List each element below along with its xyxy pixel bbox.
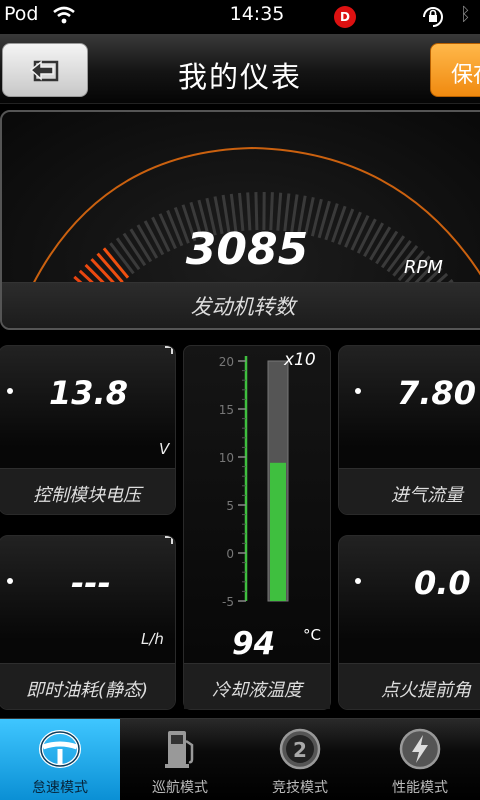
indicator-dot — [7, 388, 13, 394]
save-button[interactable]: 保存 — [430, 43, 480, 97]
rpm-tick — [356, 218, 377, 254]
page-title: 我的仪表 — [177, 60, 302, 94]
airflow-gauge-card[interactable]: 7.80 进气流量 — [338, 345, 480, 515]
back-button[interactable] — [2, 43, 88, 97]
tab-label: 怠速模式 — [32, 780, 88, 796]
scale-tick-label: -5 — [222, 595, 234, 609]
fuel-label: 即时油耗(静态) — [25, 680, 149, 701]
coolant-label-bar: 冷却液温度 — [184, 663, 330, 709]
scale-tick-label: 10 — [219, 451, 234, 465]
coolant-label: 冷却液温度 — [212, 680, 302, 701]
ignition-label: 点火提前角 — [381, 680, 471, 701]
rotation-lock-icon — [423, 7, 443, 27]
ignition-advance-card[interactable]: 0.0 点火提前角 — [338, 535, 480, 710]
rpm-value: 3085 — [185, 224, 309, 275]
voltage-label-bar: 控制模块电压 — [0, 468, 175, 514]
tab-label: 巡航模式 — [152, 780, 208, 796]
rpm-unit: RPM — [404, 257, 443, 278]
rpm-label-bar: 发动机转数 — [2, 282, 480, 328]
airflow-value: 7.80 — [397, 374, 476, 412]
airflow-label: 进气流量 — [391, 485, 463, 506]
voltage-gauge-card[interactable]: 13.8 V 控制模块电压 — [0, 345, 176, 515]
lightning-icon — [399, 728, 441, 770]
corner-mark — [165, 536, 173, 544]
indicator-dot — [7, 578, 13, 584]
indicator-dot — [355, 578, 361, 584]
tab-idle-mode[interactable]: 怠速模式 — [0, 719, 120, 800]
clock: 14:35 — [229, 3, 285, 25]
notification-badge: D — [334, 6, 356, 28]
scale-multiplier: x10 — [284, 350, 316, 370]
tab-performance-mode[interactable]: 性能模式 — [360, 719, 480, 800]
rpm-tick — [350, 214, 370, 251]
fuel-label-bar: 即时油耗(静态) — [0, 663, 175, 709]
tab-sport-mode[interactable]: 2 竞技模式 — [240, 719, 360, 800]
voltage-value: 13.8 — [49, 374, 128, 412]
tab-label: 性能模式 — [392, 780, 448, 796]
corner-mark — [165, 346, 173, 354]
rpm-tick — [451, 328, 480, 330]
steering-wheel-icon — [39, 730, 81, 768]
coolant-value: 94 — [232, 626, 276, 662]
fuel-consumption-card[interactable]: --- L/h 即时油耗(静态) — [0, 535, 176, 710]
return-icon — [29, 60, 59, 82]
scale-tick-label: 5 — [226, 499, 234, 513]
airflow-label-bar: 进气流量 — [339, 468, 480, 514]
coolant-temperature-gauge[interactable]: 20 15 10 5 0 -5 x10 94 °C 冷却液温度 — [183, 345, 331, 710]
scale-tick-label: 20 — [219, 355, 234, 369]
rpm-tick — [363, 222, 385, 258]
voltage-unit: V — [159, 440, 170, 458]
coolant-level-fill — [270, 462, 286, 601]
coolant-bar-graph: 20 15 10 5 0 -5 — [219, 355, 289, 609]
status-bar: Pod 14:35 D ᛒ — [0, 0, 480, 34]
svg-text:2: 2 — [293, 738, 307, 762]
fuel-unit: L/h — [141, 630, 164, 648]
ignition-label-bar: 点火提前角 — [339, 663, 480, 709]
speedometer-icon: 2 — [279, 728, 321, 770]
bluetooth-icon: ᛒ — [460, 4, 471, 25]
rpm-gauge-panel[interactable]: 3085 RPM 发动机转数 — [0, 110, 480, 330]
voltage-label: 控制模块电压 — [33, 485, 141, 506]
indicator-dot — [355, 388, 361, 394]
coolant-unit: °C — [303, 626, 321, 644]
tab-cruise-mode[interactable]: 巡航模式 — [120, 719, 240, 800]
tab-label: 竞技模式 — [272, 780, 328, 796]
ignition-value: 0.0 — [414, 564, 471, 602]
scale-tick-label: 15 — [219, 403, 234, 417]
rpm-label: 发动机转数 — [190, 295, 296, 319]
tab-bar: 怠速模式 巡航模式 2 竞技模式 性能模式 — [0, 718, 480, 800]
fuel-pump-icon — [165, 731, 194, 768]
scale-tick-label: 0 — [226, 547, 234, 561]
title-bar: 我的仪表 保存 — [0, 34, 480, 104]
fuel-value: --- — [71, 564, 111, 602]
